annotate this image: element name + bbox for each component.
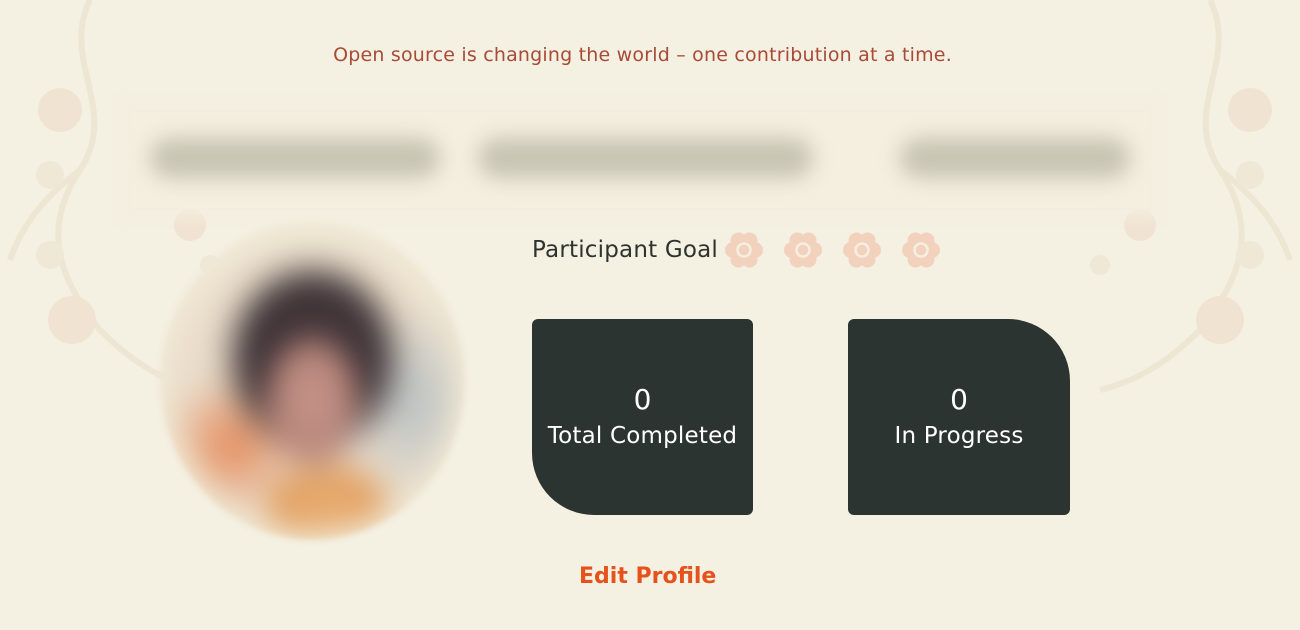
- flower-badge-icon: [901, 230, 941, 270]
- in-progress-label: In Progress: [894, 423, 1024, 449]
- redacted-text-block: [900, 138, 1130, 178]
- total-completed-label: Total Completed: [547, 423, 738, 449]
- tagline: Open source is changing the world – one …: [333, 44, 952, 66]
- edit-profile-button[interactable]: Edit Profile: [579, 564, 716, 589]
- participant-goal-label: Participant Goal: [532, 237, 719, 263]
- profile-page: Open source is changing the world – one …: [0, 0, 1300, 630]
- total-completed-value: 0: [633, 383, 652, 416]
- flower-badge-icon: [842, 230, 882, 270]
- avatar: [160, 222, 465, 540]
- participant-goal: Participant Goal: [532, 232, 960, 268]
- in-progress-card: 0 In Progress: [848, 319, 1070, 515]
- flower-badge-icon: [783, 230, 823, 270]
- redacted-text-block: [150, 138, 440, 178]
- flower-badge-icon: [724, 230, 764, 270]
- in-progress-value: 0: [950, 383, 968, 416]
- total-completed-card: 0 Total Completed: [532, 319, 753, 515]
- avatar-photo: [170, 242, 455, 532]
- redacted-text-block: [478, 138, 813, 178]
- goal-progress-icons: [724, 230, 960, 270]
